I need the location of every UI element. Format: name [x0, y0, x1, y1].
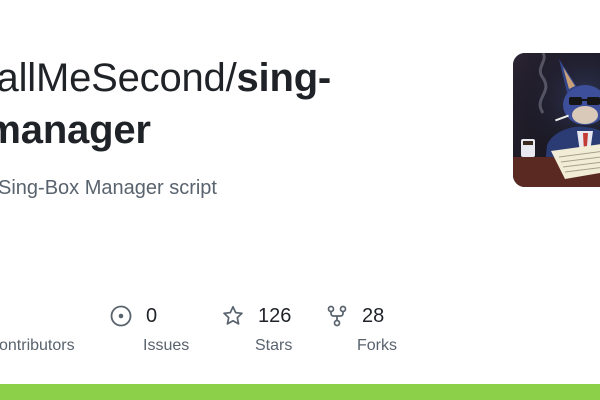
stat-forks-value: 28 — [362, 305, 385, 327]
stat-issues-value: 0 — [146, 305, 158, 327]
repo-name-line2: ox-manager — [0, 108, 151, 152]
stat-issues[interactable]: 0 Issues — [110, 300, 189, 360]
repo-description: Sing-Box Manager script — [0, 177, 217, 199]
stat-contributors[interactable]: ontributors — [0, 300, 75, 360]
stat-contributors-label: ontributors — [0, 337, 75, 354]
star-icon — [222, 305, 244, 327]
fork-icon — [326, 305, 348, 327]
repo-social-card: eyCallMeSecond/sing- ox-manager Sing-Box… — [0, 0, 600, 400]
issue-circle-icon — [110, 305, 132, 327]
repo-title[interactable]: eyCallMeSecond/sing- ox-manager — [0, 52, 446, 156]
language-color-bar — [0, 384, 600, 400]
stat-stars[interactable]: 126 Stars — [222, 300, 292, 360]
repo-name-line1: sing- — [236, 56, 332, 100]
stat-issues-label: Issues — [143, 337, 190, 354]
stat-forks-label: Forks — [357, 337, 397, 354]
stat-stars-label: Stars — [255, 337, 293, 354]
stat-forks[interactable]: 28 Forks — [326, 300, 397, 360]
owner-avatar — [513, 53, 600, 187]
repo-owner: eyCallMeSecond/ — [0, 56, 237, 100]
stat-stars-value: 126 — [258, 305, 292, 327]
repo-stats: ontributors 0 Issues 126 Stars 28 Forks — [0, 300, 600, 360]
